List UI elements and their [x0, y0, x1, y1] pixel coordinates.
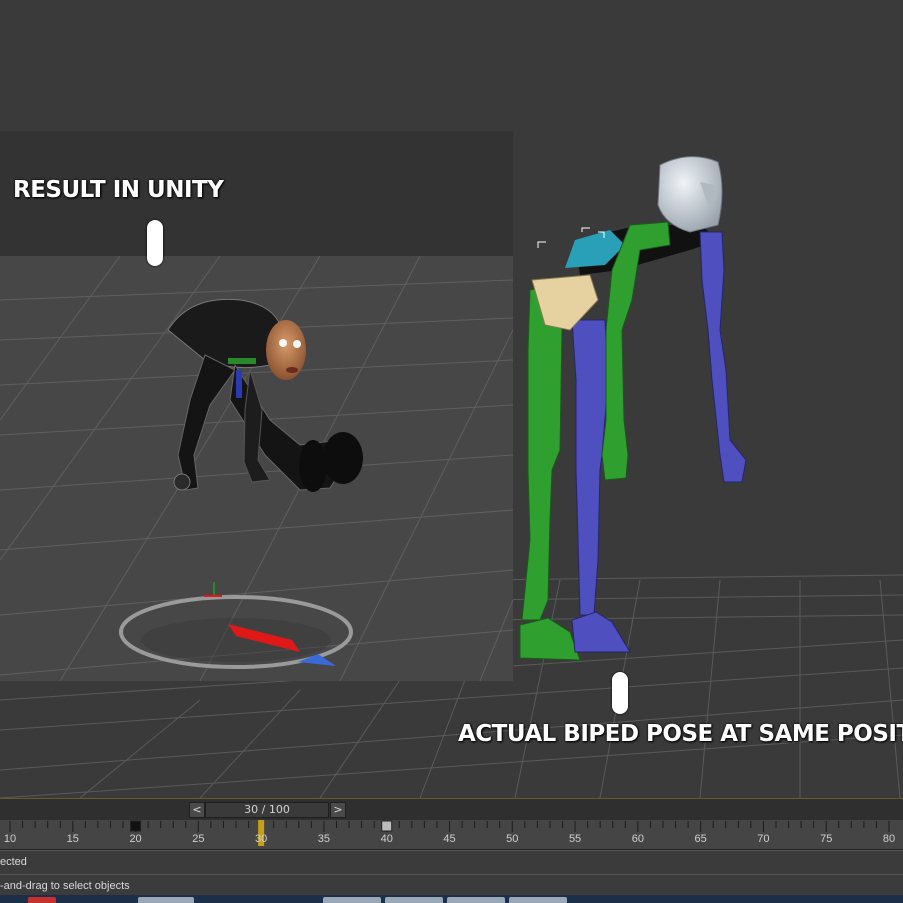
caption-result-in-unity: RESULT IN UNITY [13, 177, 224, 203]
trackbar-tick-label: 10 [3, 833, 17, 845]
taskbar-button[interactable] [509, 897, 567, 903]
trackbar-tick-label: 40 [380, 833, 393, 845]
taskbar-button[interactable] [138, 897, 194, 903]
trackbar-tick-label: 55 [568, 833, 582, 845]
trackbar-tick-label: 60 [631, 833, 644, 845]
trackbar-tick-label: 70 [757, 833, 770, 845]
previous-frame-button[interactable]: < [189, 802, 205, 818]
time-slider-thumb[interactable]: 30 / 100 [205, 802, 329, 818]
keyframe-marker[interactable] [381, 820, 393, 832]
trackbar-tick-label: 30 [255, 833, 268, 845]
time-slider-bar[interactable]: < 30 / 100 > [0, 798, 903, 820]
trackbar-tick-label: 80 [882, 833, 896, 845]
biped-figure [519, 156, 747, 661]
trackbar-tick-label: 25 [192, 833, 205, 845]
next-frame-button[interactable]: > [330, 802, 346, 818]
caption-actual-biped-pose: ACTUAL BIPED POSE AT SAME POSITION [458, 721, 903, 747]
caption-pointer-unity [147, 220, 163, 266]
taskbar-button[interactable] [447, 897, 505, 903]
taskbar-button[interactable] [323, 897, 381, 903]
keyframe-marker[interactable] [130, 820, 142, 832]
trackbar-tick-label: 15 [66, 833, 79, 845]
windows-taskbar [0, 895, 903, 903]
trackbar-tick-label: 45 [443, 833, 456, 845]
viewport-scene[interactable] [0, 0, 903, 798]
trackbar-tick-label: 50 [506, 833, 519, 845]
trackbar[interactable]: 10 15 20 25 30 35 40 45 50 55 60 65 70 75 80 [0, 820, 903, 850]
taskbar-button[interactable] [385, 897, 443, 903]
3d-viewport[interactable]: RESULT IN UNITY ACTUAL BIPED POSE AT SAM… [0, 0, 903, 798]
trackbar-tick-label: 75 [820, 833, 833, 845]
taskbar-button[interactable] [28, 897, 56, 903]
unity-inset [0, 131, 514, 682]
selection-status: ected [0, 850, 903, 874]
prompt-line: -and-drag to select objects [0, 874, 903, 895]
trackbar-tick-label: 65 [694, 833, 707, 845]
trackbar-tick-label: 20 [129, 833, 142, 845]
trackbar-tick-label: 35 [317, 833, 331, 845]
caption-pointer-biped [612, 672, 628, 714]
